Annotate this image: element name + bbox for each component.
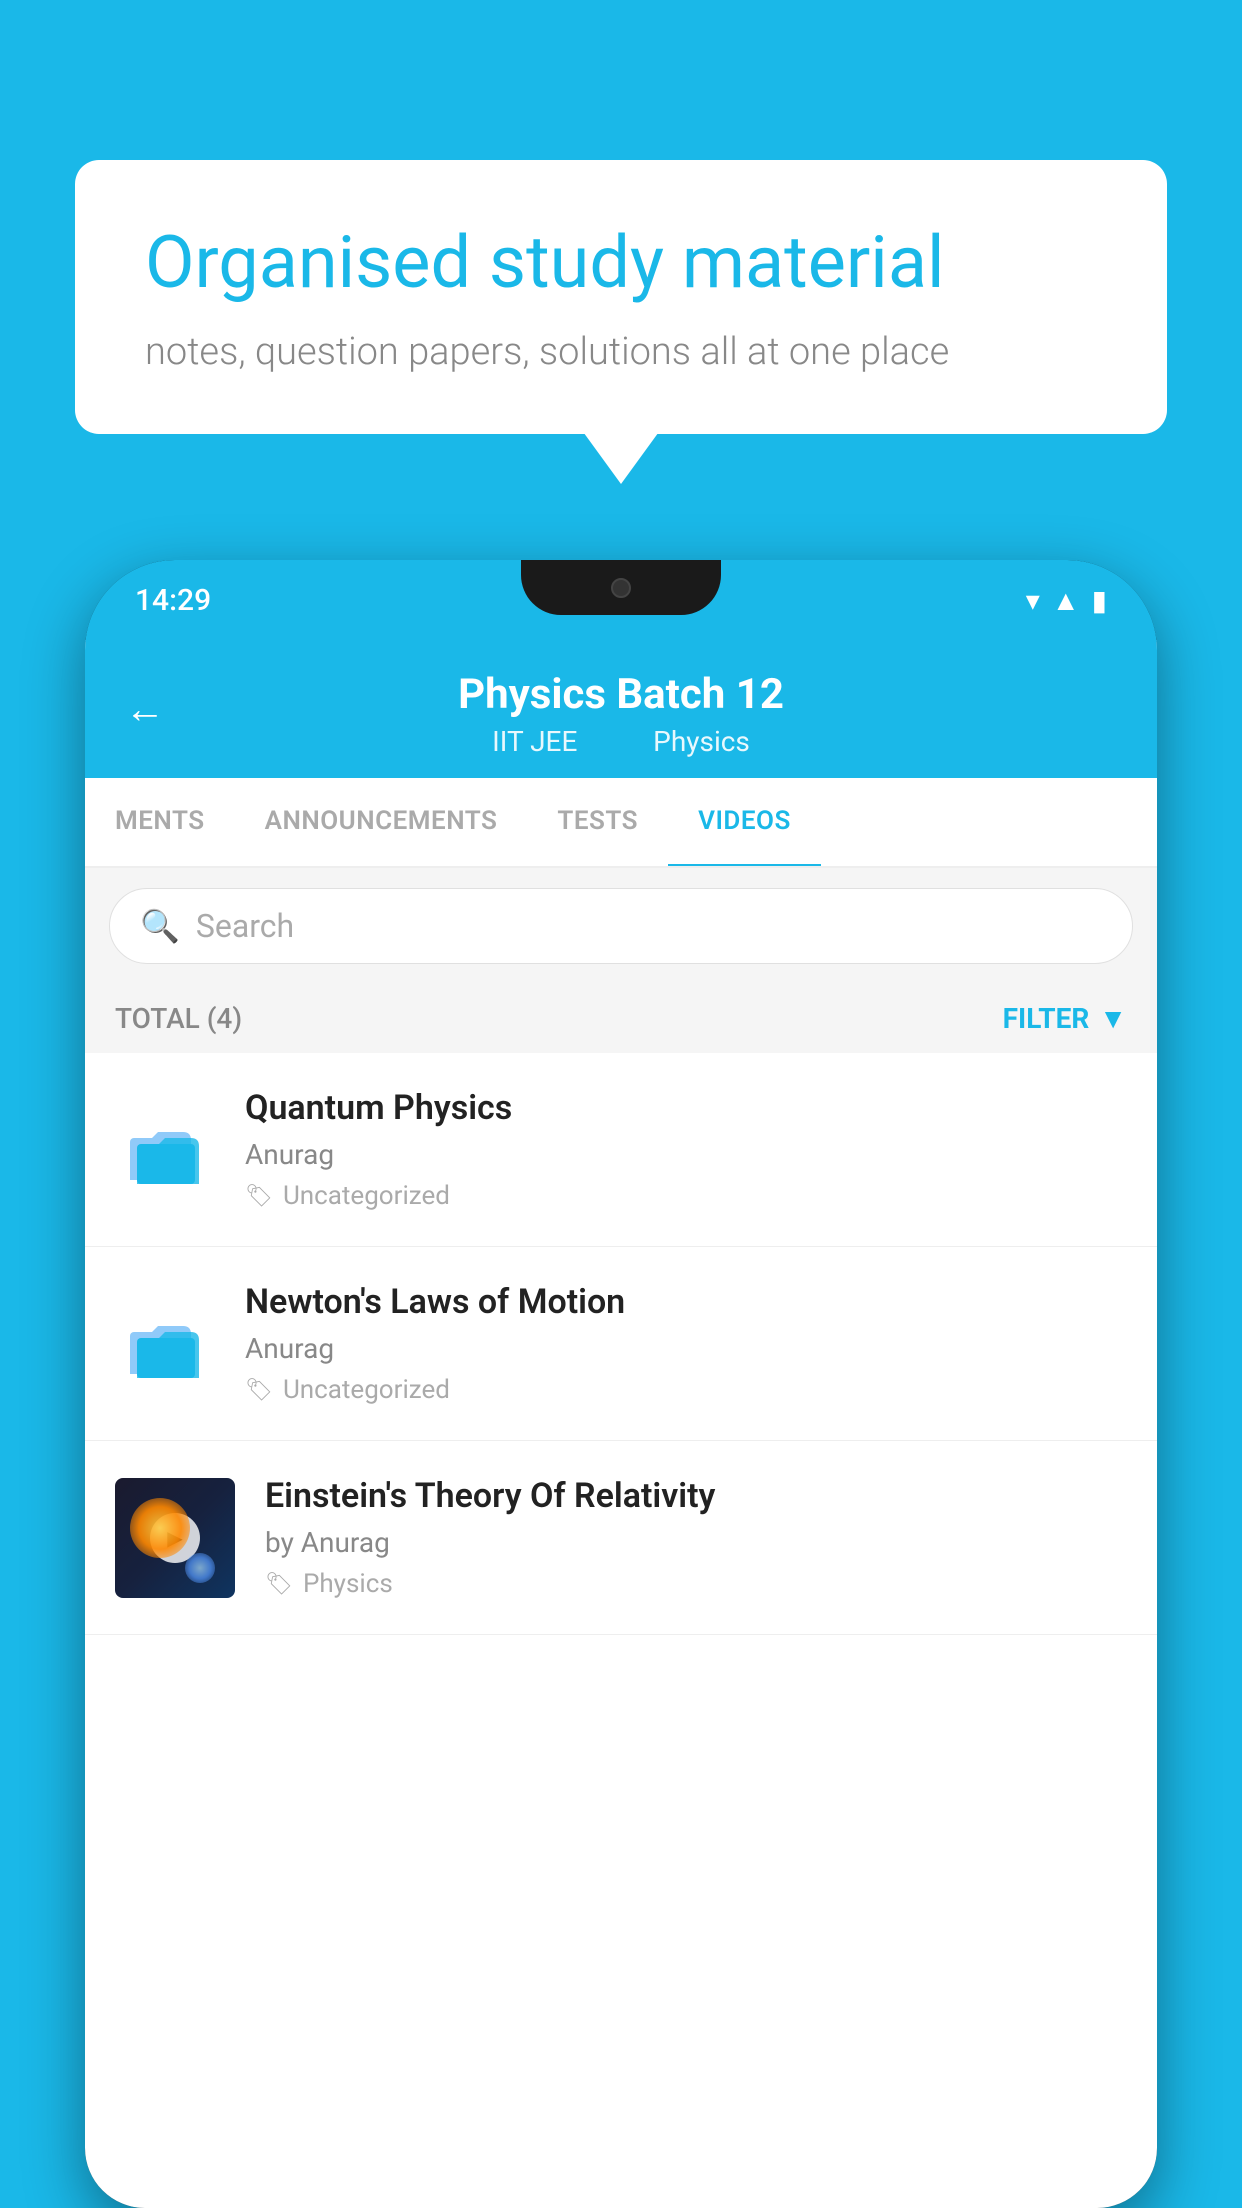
list-item[interactable]: Newton's Laws of Motion Anurag 🏷 Uncateg… bbox=[85, 1247, 1157, 1441]
bubble-title: Organised study material bbox=[145, 220, 1097, 306]
battery-icon: ▮ bbox=[1092, 584, 1107, 617]
video-info: Newton's Laws of Motion Anurag 🏷 Uncateg… bbox=[245, 1282, 1127, 1405]
video-thumbnail: ▶ bbox=[115, 1478, 235, 1598]
header-iitjee: IIT JEE bbox=[492, 725, 577, 758]
filter-button[interactable]: FILTER ▼ bbox=[1003, 1002, 1127, 1035]
tag-icon: 🏷 bbox=[265, 1572, 293, 1597]
speech-bubble: Organised study material notes, question… bbox=[75, 160, 1167, 434]
video-title: Quantum Physics bbox=[245, 1088, 1127, 1128]
phone-frame: 14:29 ▾ ▲ ▮ ← Physics Batch 12 IIT JEE P… bbox=[85, 560, 1157, 2208]
status-icons: ▾ ▲ ▮ bbox=[1026, 584, 1107, 617]
phone-screen: ← Physics Batch 12 IIT JEE Physics MENTS… bbox=[85, 640, 1157, 2208]
video-title: Einstein's Theory Of Relativity bbox=[265, 1476, 1127, 1516]
folder-icon-container bbox=[115, 1294, 215, 1394]
total-count: TOTAL (4) bbox=[115, 1002, 242, 1035]
camera bbox=[611, 578, 631, 598]
back-button[interactable]: ← bbox=[125, 686, 165, 733]
video-tag: 🏷 Uncategorized bbox=[245, 1181, 1127, 1211]
filter-label: FILTER bbox=[1003, 1002, 1090, 1035]
search-bar[interactable]: 🔍 Search bbox=[109, 888, 1133, 964]
video-tag: 🏷 Physics bbox=[265, 1569, 1127, 1599]
header-physics: Physics bbox=[653, 725, 750, 758]
folder-icon bbox=[125, 1304, 205, 1384]
video-tag: 🏷 Uncategorized bbox=[245, 1375, 1127, 1405]
folder-icon bbox=[125, 1110, 205, 1190]
video-info: Quantum Physics Anurag 🏷 Uncategorized bbox=[245, 1088, 1127, 1211]
app-header: ← Physics Batch 12 IIT JEE Physics bbox=[85, 640, 1157, 778]
filter-icon: ▼ bbox=[1099, 1002, 1127, 1035]
video-author: Anurag bbox=[245, 1332, 1127, 1365]
wifi-icon: ▾ bbox=[1026, 584, 1040, 617]
search-container: 🔍 Search bbox=[85, 868, 1157, 984]
tag-label: Uncategorized bbox=[283, 1375, 450, 1405]
video-list: Quantum Physics Anurag 🏷 Uncategorized bbox=[85, 1053, 1157, 1635]
tab-announcements[interactable]: ANNOUNCEMENTS bbox=[235, 778, 528, 866]
header-title: Physics Batch 12 bbox=[125, 670, 1117, 719]
thumbnail-orb2 bbox=[185, 1553, 215, 1583]
bubble-subtitle: notes, question papers, solutions all at… bbox=[145, 330, 1097, 374]
video-author: by Anurag bbox=[265, 1526, 1127, 1559]
search-icon: 🔍 bbox=[140, 907, 180, 945]
folder-icon-container bbox=[115, 1100, 215, 1200]
header-subtitle: IIT JEE Physics bbox=[125, 725, 1117, 758]
video-author: Anurag bbox=[245, 1138, 1127, 1171]
tag-label: Uncategorized bbox=[283, 1181, 450, 1211]
video-info: Einstein's Theory Of Relativity by Anura… bbox=[265, 1476, 1127, 1599]
tab-bar: MENTS ANNOUNCEMENTS TESTS VIDEOS bbox=[85, 778, 1157, 868]
thumbnail-orb1 bbox=[130, 1498, 190, 1558]
signal-icon: ▲ bbox=[1052, 584, 1080, 617]
tag-label: Physics bbox=[303, 1569, 393, 1599]
tab-videos[interactable]: VIDEOS bbox=[668, 778, 821, 868]
status-time: 14:29 bbox=[135, 583, 211, 618]
tag-icon: 🏷 bbox=[245, 1184, 273, 1209]
tab-ments[interactable]: MENTS bbox=[85, 778, 235, 866]
status-bar: 14:29 ▾ ▲ ▮ bbox=[85, 560, 1157, 640]
tab-tests[interactable]: TESTS bbox=[527, 778, 668, 866]
tag-icon: 🏷 bbox=[245, 1378, 273, 1403]
search-placeholder: Search bbox=[196, 907, 294, 945]
list-item[interactable]: ▶ Einstein's Theory Of Relativity by Anu… bbox=[85, 1441, 1157, 1635]
video-title: Newton's Laws of Motion bbox=[245, 1282, 1127, 1322]
header-separator bbox=[608, 725, 622, 758]
list-item[interactable]: Quantum Physics Anurag 🏷 Uncategorized bbox=[85, 1053, 1157, 1247]
phone-notch bbox=[521, 560, 721, 615]
filter-row: TOTAL (4) FILTER ▼ bbox=[85, 984, 1157, 1053]
